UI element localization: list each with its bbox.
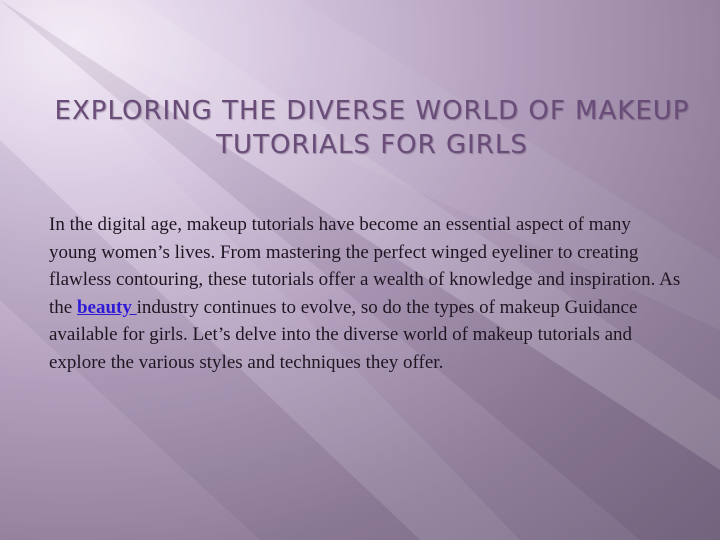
slide: EXPLORING THE DIVERSE WORLD OF MAKEUP TU…: [0, 0, 720, 540]
slide-title: EXPLORING THE DIVERSE WORLD OF MAKEUP TU…: [54, 96, 690, 160]
paragraph-text-after-link: industry continues to evolve, so do the …: [49, 296, 638, 373]
body-paragraph: In the digital age, makeup tutorials hav…: [49, 211, 681, 376]
beauty-link[interactable]: beauty: [77, 297, 137, 318]
